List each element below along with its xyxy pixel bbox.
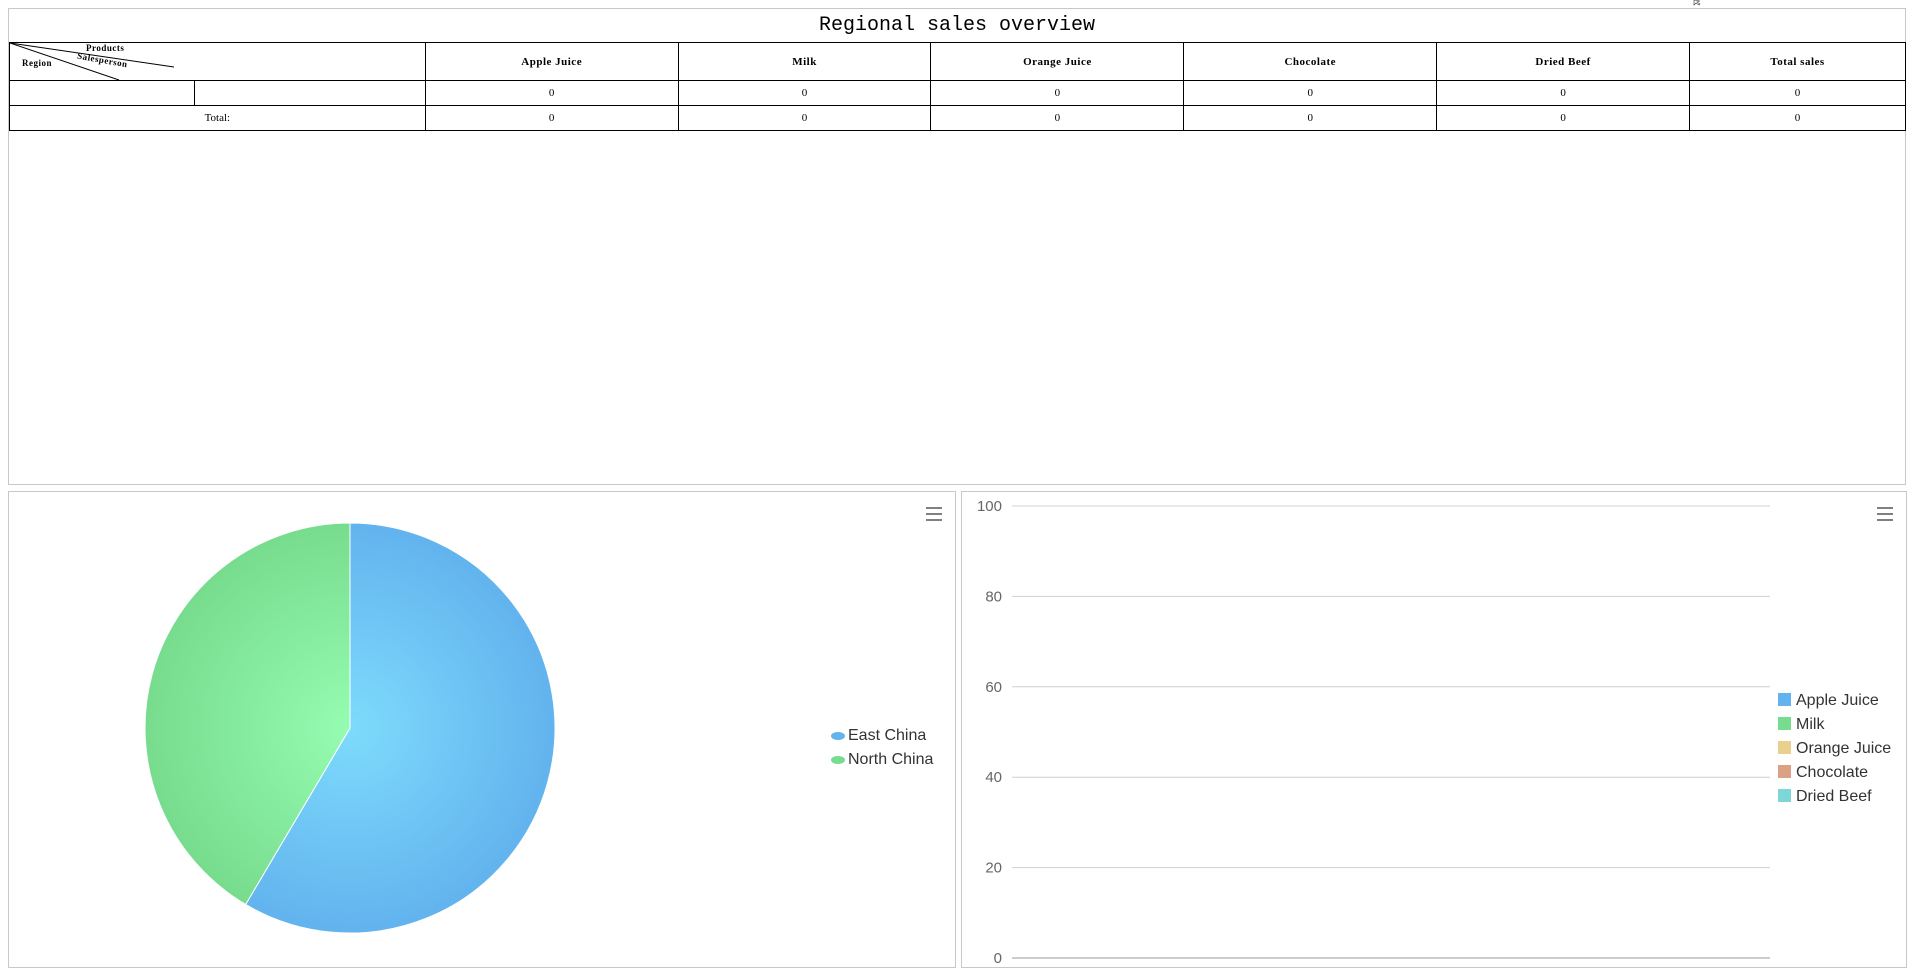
legend-marker-icon: [831, 755, 845, 764]
column-header-chocolate: Chocolate: [1183, 42, 1438, 81]
legend-item-north-china[interactable]: North China: [830, 751, 933, 769]
column-header-apple-juice: Apple Juice: [424, 42, 679, 81]
total-cell: 0: [677, 105, 932, 131]
report-title: Regional sales overview: [818, 14, 1096, 37]
total-label: Total:: [9, 105, 426, 131]
legend-swatch-icon: [1778, 717, 1791, 730]
y-tick-label: 60: [985, 679, 1002, 696]
legend-item-milk[interactable]: Milk: [1778, 716, 1824, 734]
table-header-row: Products Salesperson Region Apple Juice …: [9, 42, 1906, 81]
legend-item-dried-beef[interactable]: Dried Beef: [1778, 788, 1872, 806]
legend-label: East China: [848, 727, 927, 744]
legend-item-apple-juice[interactable]: Apple Juice: [1778, 692, 1879, 710]
value-cell: 0: [1689, 80, 1906, 106]
column-header-dried-beef: Dried Beef: [1436, 42, 1691, 81]
corner-label-products: Products: [86, 43, 125, 53]
value-cell: 0: [677, 80, 932, 106]
legend-marker-icon: [831, 731, 845, 740]
corner-header-cell: Products Salesperson Region: [9, 42, 426, 81]
column-header-total-sales: Total sales: [1689, 42, 1906, 81]
value-cell: 0: [1436, 80, 1691, 106]
legend-swatch-icon: [1778, 693, 1791, 706]
bar-chart: 0 20 40 60 80 100: [977, 498, 1770, 967]
total-cell: 0: [1436, 105, 1691, 131]
legend-item-orange-juice[interactable]: Orange Juice: [1778, 740, 1891, 758]
total-cell: 0: [1183, 105, 1438, 131]
legend-item-chocolate[interactable]: Chocolate: [1778, 764, 1868, 782]
legend-swatch-icon: [1778, 765, 1791, 778]
pie-chart: [144, 522, 556, 934]
bar-chart-panel: 0 20 40 60 80 100 Apple Juice Milk Orange Jui…: [961, 491, 1907, 968]
legend-label: Apple Juice: [1796, 692, 1879, 709]
region-cell: [9, 80, 195, 106]
hamburger-menu-icon[interactable]: [926, 507, 942, 521]
y-tick-label: 20: [985, 860, 1002, 877]
value-cell: 0: [1183, 80, 1438, 106]
diagonal-lines: [10, 43, 175, 80]
total-cell: 0: [1689, 105, 1906, 131]
legend-label: North China: [848, 751, 934, 768]
total-row: Total: 0 0 0 0 0 0: [9, 105, 1906, 131]
report-panel: Regional sales overview Products Salespe…: [8, 8, 1906, 485]
column-header-milk: Milk: [677, 42, 932, 81]
y-tick-label: 0: [994, 950, 1002, 967]
y-tick-label: 100: [977, 498, 1002, 515]
pie-chart-panel: East China North China: [8, 491, 956, 968]
legend-label: Chocolate: [1796, 764, 1869, 781]
legend-label: Milk: [1796, 716, 1825, 733]
salesperson-cell: [193, 80, 426, 106]
total-cell: 0: [930, 105, 1185, 131]
legend-swatch-icon: [1778, 789, 1791, 802]
legend-label: Orange Juice: [1796, 740, 1892, 757]
legend-swatch-icon: [1778, 741, 1791, 754]
y-tick-label: 80: [985, 588, 1002, 605]
corner-label-region: Region: [22, 58, 52, 68]
legend-label: Dried Beef: [1796, 788, 1872, 805]
hamburger-menu-icon[interactable]: [1877, 507, 1893, 521]
column-header-orange-juice: Orange Juice: [930, 42, 1185, 81]
total-cell: 0: [424, 105, 679, 131]
cursor-icon: [1693, 0, 1701, 6]
table-row: 0 0 0 0 0 0: [9, 80, 1906, 106]
value-cell: 0: [930, 80, 1185, 106]
value-cell: 0: [424, 80, 679, 106]
sales-table: Products Salesperson Region Apple Juice …: [9, 42, 1906, 131]
legend-item-east-china[interactable]: East China: [830, 727, 926, 745]
y-tick-label: 40: [985, 769, 1002, 786]
